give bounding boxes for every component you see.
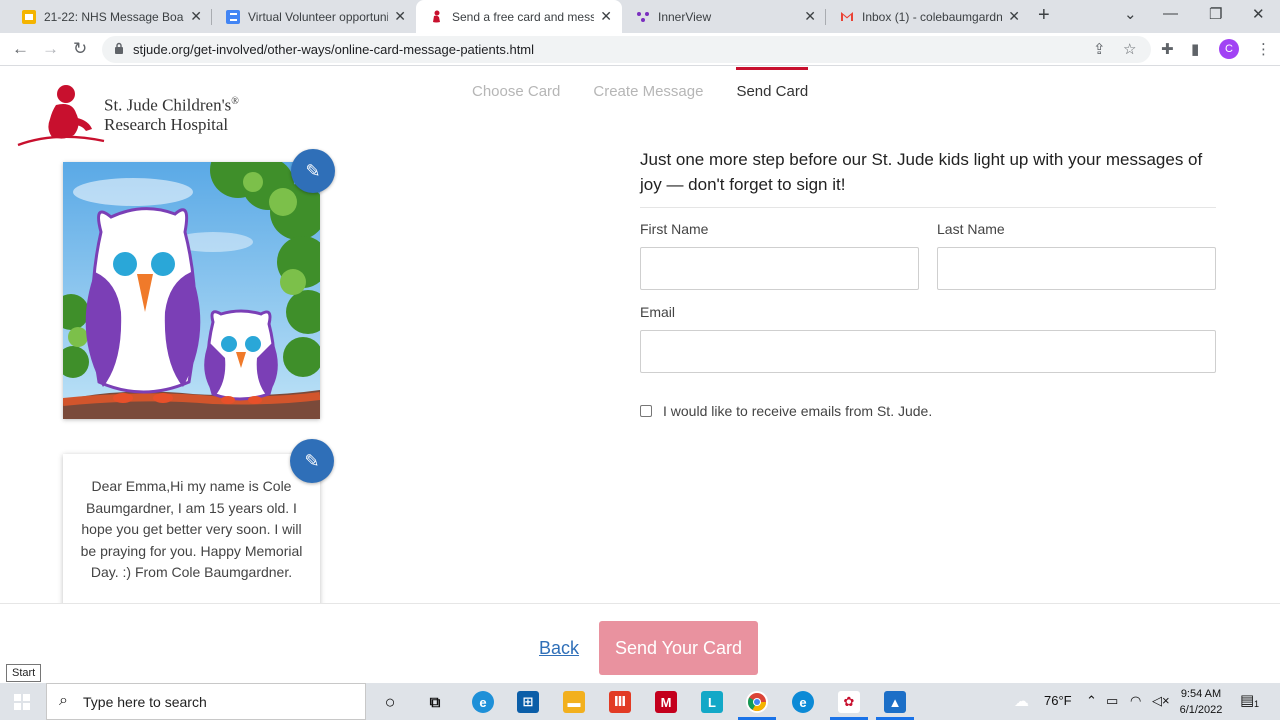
minimize-icon[interactable]: —	[1163, 5, 1178, 22]
step-send-card[interactable]: Send Card	[736, 67, 808, 107]
share-icon[interactable]: ⇪	[1093, 40, 1106, 58]
step-create-message[interactable]: Create Message	[593, 67, 703, 107]
slides-icon	[22, 9, 36, 24]
file-explorer-icon[interactable]: ▬	[563, 691, 585, 713]
notifications-icon[interactable]: ▤	[1240, 691, 1254, 709]
windows-start-icon[interactable]	[14, 694, 30, 710]
screen: 21-22: NHS Message Board - ✕ Virtual Vol…	[0, 0, 1280, 720]
message-text: Dear Emma,Hi my name is Cole Baumgardner…	[80, 478, 303, 580]
tab-title: Virtual Volunteer opportuniti	[248, 9, 389, 24]
close-icon[interactable]: ✕	[804, 8, 816, 25]
app-red-icon[interactable]: Ⅲ	[609, 691, 631, 713]
tab-virtual-volunteer[interactable]: Virtual Volunteer opportuniti ✕	[212, 0, 416, 33]
taskbar-search-box[interactable]: ⌕ Type here to search	[46, 683, 366, 720]
pencil-icon: ✎	[305, 160, 321, 181]
back-link[interactable]: Back	[539, 638, 579, 659]
stjude-logo[interactable]: St. Jude Children's® Research Hospital	[16, 83, 256, 149]
first-name-label: First Name	[640, 221, 709, 237]
send-your-card-button[interactable]: Send Your Card	[599, 621, 758, 675]
browser-toolbar: ← → ↻ stjude.org/get-involved/other-ways…	[0, 33, 1280, 66]
restore-icon[interactable]: ❐	[1209, 5, 1222, 23]
back-arrow-icon[interactable]: ←	[12, 39, 29, 59]
edge-icon[interactable]: e	[792, 691, 814, 713]
weather-temp[interactable]: 76°F	[1044, 693, 1072, 708]
start-tooltip: Start	[6, 664, 42, 682]
lock-icon	[115, 42, 123, 54]
tab-innerview[interactable]: InnerView ✕	[622, 0, 826, 33]
reload-icon[interactable]: ↻	[73, 39, 87, 59]
profile-avatar[interactable]: C	[1219, 39, 1239, 59]
email-optin-checkbox[interactable]	[640, 405, 652, 417]
address-bar[interactable]: stjude.org/get-involved/other-ways/onlin…	[102, 36, 1151, 63]
paint-icon[interactable]: ✿	[838, 691, 860, 713]
clock-date: 6/1/2022	[1179, 704, 1223, 716]
gmail-icon	[840, 10, 854, 24]
clock-time: 9:54 AM	[1180, 688, 1222, 700]
volume-muted-icon[interactable]: ◁×	[1152, 693, 1170, 709]
store-icon[interactable]: ⊞	[517, 691, 539, 713]
first-name-field[interactable]	[640, 247, 919, 290]
tab-title: Inbox (1) - colebaumgardner	[862, 9, 1003, 24]
last-name-field[interactable]	[937, 247, 1216, 290]
close-icon[interactable]: ✕	[1008, 8, 1020, 25]
mcafee-icon[interactable]: M	[655, 691, 677, 713]
browser-tab-bar: 21-22: NHS Message Board - ✕ Virtual Vol…	[0, 0, 1280, 33]
sign-card-form: Just one more step before our St. Jude k…	[640, 147, 1216, 419]
innerview-icon	[636, 10, 650, 24]
close-icon[interactable]: ✕	[394, 8, 406, 25]
internet-explorer-icon[interactable]: e	[472, 691, 494, 713]
last-name-label: Last Name	[937, 221, 1005, 237]
edit-message-button[interactable]: ✎	[290, 439, 334, 483]
email-label: Email	[640, 304, 676, 320]
wifi-icon[interactable]: ◠	[1130, 693, 1141, 709]
tab-gmail-inbox[interactable]: Inbox (1) - colebaumgardner ✕	[826, 0, 1030, 33]
close-icon[interactable]: ✕	[600, 8, 612, 25]
battery-icon[interactable]: ▭	[1106, 693, 1118, 709]
email-optin-label[interactable]: I would like to receive emails from St. …	[663, 403, 932, 419]
docs-icon	[226, 9, 240, 24]
url-text: stjude.org/get-involved/other-ways/onlin…	[133, 42, 535, 57]
new-tab-icon[interactable]: +	[1038, 4, 1050, 27]
extensions-puzzle-icon[interactable]: ✚	[1161, 40, 1174, 58]
more-menu-icon[interactable]: ⋮	[1256, 40, 1271, 58]
tab-search-chevron-icon[interactable]: ⌄	[1124, 5, 1137, 23]
search-placeholder: Type here to search	[83, 694, 207, 710]
pencil-icon: ✎	[304, 450, 320, 471]
tab-title: InnerView	[658, 9, 712, 24]
side-panel-icon[interactable]: ▮	[1191, 40, 1199, 58]
notification-count: 1	[1254, 699, 1260, 709]
email-field[interactable]	[640, 330, 1216, 373]
taskbar-clock[interactable]: 9:54 AM 6/1/2022	[1172, 686, 1230, 718]
message-preview: Dear Emma,Hi my name is Cole Baumgardner…	[63, 454, 320, 614]
email-optin-row: I would like to receive emails from St. …	[640, 403, 932, 419]
step-choose-card[interactable]: Choose Card	[472, 67, 560, 107]
close-window-icon[interactable]: ✕	[1252, 5, 1265, 23]
stjude-icon	[430, 10, 444, 24]
tab-title: Send a free card and messag	[452, 9, 595, 24]
windows-taskbar: ⌕ Type here to search ○ ⧉ e ⊞ ▬ Ⅲ M L e …	[0, 683, 1280, 720]
tab-title: 21-22: NHS Message Board -	[44, 9, 184, 24]
logo-wordmark: St. Jude Children's® Research Hospital	[104, 95, 239, 134]
close-icon[interactable]: ✕	[190, 8, 202, 25]
search-icon: ⌕	[59, 692, 68, 709]
task-view-icon[interactable]: ⧉	[424, 691, 446, 713]
bookmark-star-icon[interactable]: ☆	[1123, 40, 1136, 58]
forward-arrow-icon[interactable]: →	[42, 39, 59, 59]
weather-icon[interactable]: ☁	[1014, 692, 1029, 710]
step-progress: Choose Card Create Message Send Card	[472, 67, 808, 107]
tab-nhs-message-board[interactable]: 21-22: NHS Message Board - ✕	[8, 0, 212, 33]
action-footer: Back Send Your Card	[0, 603, 1280, 683]
app-l-icon[interactable]: L	[701, 691, 723, 713]
edit-card-button[interactable]: ✎	[291, 149, 335, 193]
stjude-logo-icon	[17, 85, 105, 147]
chrome-icon[interactable]	[746, 691, 768, 713]
card-artwork-owls	[63, 162, 320, 419]
photos-icon[interactable]: ▲	[884, 691, 906, 713]
form-headline: Just one more step before our St. Jude k…	[640, 147, 1216, 208]
tab-send-card[interactable]: Send a free card and messag ✕	[416, 0, 622, 33]
page-content: St. Jude Children's® Research Hospital C…	[0, 67, 1280, 614]
cortana-icon[interactable]: ○	[379, 691, 401, 713]
tray-chevron-up-icon[interactable]: ⌃	[1086, 693, 1097, 709]
